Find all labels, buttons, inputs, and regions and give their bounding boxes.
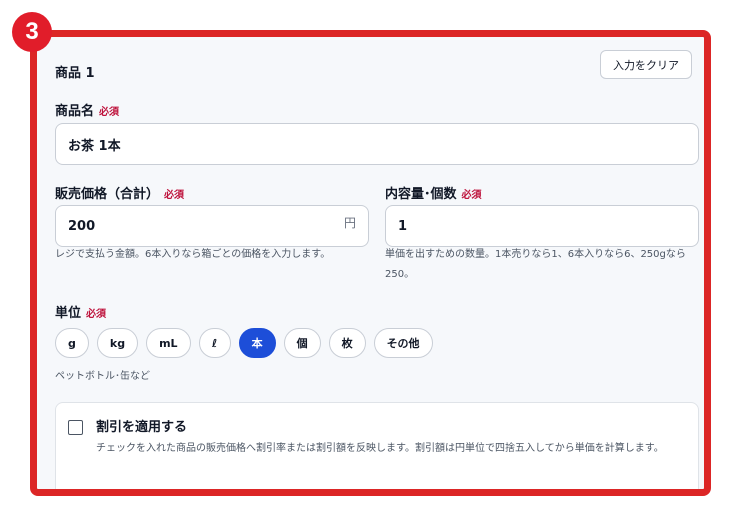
quantity-input[interactable]: 1 (385, 205, 699, 247)
unit-chip-g[interactable]: g (55, 328, 89, 358)
product-name-value: お茶 1本 (68, 138, 121, 154)
price-label: 販売価格（合計） 必須 (55, 183, 184, 202)
discount-panel: 割引を適用する チェックを入れた商品の販売価格へ割引率または割引額を反映します。… (55, 402, 699, 489)
yen-suffix: 円 (343, 215, 356, 230)
unit-chip-hon[interactable]: 本 (238, 328, 276, 358)
quantity-label-text: 内容量･個数 (385, 187, 457, 202)
unit-chip-ko[interactable]: 個 (283, 328, 321, 358)
product-name-input[interactable]: お茶 1本 (55, 123, 699, 165)
quantity-help-text: 単価を出すための数量。1本売りなら1、6本入りなら6、250gなら250。 (385, 249, 686, 280)
price-help-text: レジで支払う金額。6本入りなら箱ごとの価格を入力します。 (55, 249, 331, 260)
unit-chip-mai[interactable]: 枚 (328, 328, 366, 358)
unit-chip-liter[interactable]: ℓ (198, 328, 231, 358)
discount-title[interactable]: 割引を適用する (96, 416, 187, 435)
price-value: 200 (68, 218, 96, 234)
price-label-text: 販売価格（合計） (55, 187, 160, 202)
unit-chip-group: g kg mL ℓ 本 個 枚 その他 (55, 328, 433, 358)
step-number-badge: 3 (12, 12, 52, 52)
product-name-label: 商品名 必須 (55, 100, 119, 119)
product-name-label-text: 商品名 (55, 104, 95, 119)
product-form-card: 商品 1 入力をクリア 商品名 必須 お茶 1本 販売価格（合計） 必須 200 円… (30, 30, 711, 496)
quantity-label: 内容量･個数 必須 (385, 183, 482, 202)
required-badge: 必須 (99, 107, 120, 118)
unit-label-text: 単位 (55, 306, 82, 321)
quantity-value: 1 (398, 218, 408, 234)
required-badge: 必須 (164, 190, 185, 201)
required-badge: 必須 (86, 309, 107, 320)
unit-chip-other[interactable]: その他 (373, 328, 433, 358)
unit-chip-ml[interactable]: mL (146, 328, 191, 358)
unit-hint-text: ペットボトル･缶など (55, 371, 150, 382)
section-title: 商品 1 (55, 66, 95, 81)
required-badge: 必須 (461, 190, 482, 201)
unit-chip-kg[interactable]: kg (96, 328, 139, 358)
unit-label: 単位 必須 (55, 302, 106, 321)
clear-input-button[interactable]: 入力をクリア (600, 50, 692, 79)
discount-description: チェックを入れた商品の販売価格へ割引率または割引額を反映します。割引額は円単位で… (96, 443, 664, 454)
discount-checkbox[interactable] (68, 420, 83, 435)
price-input[interactable]: 200 円 (55, 205, 369, 247)
